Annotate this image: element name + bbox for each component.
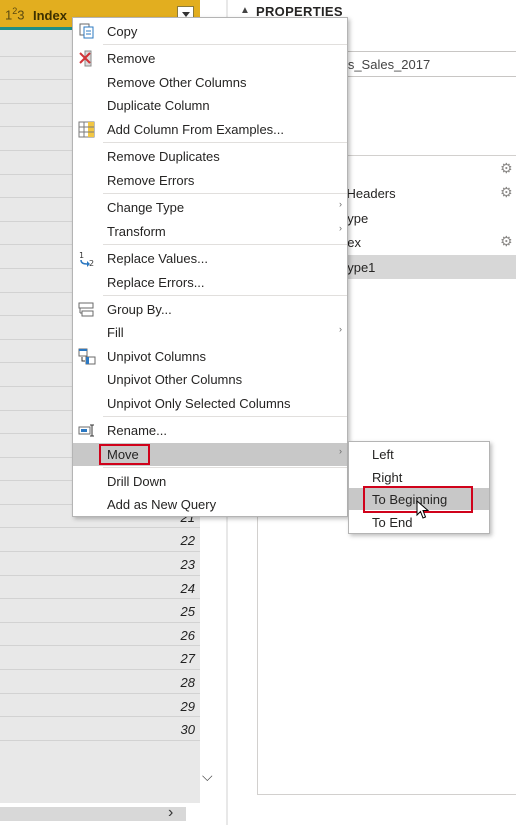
row-value: 30 bbox=[180, 722, 195, 738]
submenu-arrow-icon: › bbox=[339, 446, 342, 456]
copy-icon bbox=[79, 23, 94, 39]
column-header-label: Index bbox=[33, 8, 67, 23]
row-value: 29 bbox=[180, 698, 195, 714]
mouse-cursor-icon bbox=[416, 500, 430, 519]
table-row[interactable]: 22 bbox=[0, 528, 200, 553]
move-highlight-box bbox=[99, 444, 150, 465]
table-row[interactable]: 30 bbox=[0, 717, 200, 741]
menu-item-unpivot-columns[interactable]: Unpivot Columns bbox=[73, 345, 347, 368]
scroll-right-icon[interactable]: › bbox=[168, 804, 173, 822]
menu-item-fill[interactable]: Fill › bbox=[73, 321, 347, 344]
add-column-examples-icon bbox=[78, 121, 95, 138]
menu-item-copy[interactable]: Copy bbox=[73, 20, 347, 43]
row-value: 24 bbox=[180, 580, 195, 596]
scroll-down-icon[interactable]: ⌵ bbox=[202, 768, 213, 785]
submenu-arrow-icon: › bbox=[339, 324, 342, 334]
group-by-icon bbox=[78, 302, 94, 317]
row-value: 28 bbox=[180, 675, 195, 691]
table-row[interactable]: 28 bbox=[0, 670, 200, 694]
menu-item-remove-duplicates[interactable]: Remove Duplicates bbox=[73, 145, 347, 168]
row-value: 25 bbox=[180, 604, 195, 620]
rename-icon bbox=[78, 424, 94, 437]
submenu-item-left[interactable]: Left bbox=[349, 443, 489, 465]
applied-step[interactable]: l Headers bbox=[340, 186, 396, 201]
submenu-arrow-icon: › bbox=[339, 199, 342, 209]
gear-icon[interactable]: ⚙ bbox=[500, 160, 513, 177]
menu-item-remove-other-columns[interactable]: Remove Other Columns bbox=[73, 71, 347, 94]
menu-item-unpivot-selected-columns[interactable]: Unpivot Only Selected Columns bbox=[73, 392, 347, 415]
menu-separator bbox=[103, 44, 347, 45]
gear-icon[interactable]: ⚙ bbox=[500, 184, 513, 201]
menu-item-remove[interactable]: Remove bbox=[73, 47, 347, 70]
menu-separator bbox=[103, 244, 347, 245]
menu-item-change-type[interactable]: Change Type › bbox=[73, 196, 347, 219]
menu-item-replace-errors[interactable]: Replace Errors... bbox=[73, 271, 347, 294]
replace-values-icon: 12 bbox=[79, 251, 94, 267]
menu-item-drill-down[interactable]: Drill Down bbox=[73, 470, 347, 493]
table-row[interactable]: 26 bbox=[0, 623, 200, 647]
menu-item-group-by[interactable]: Group By... bbox=[73, 298, 347, 321]
horizontal-scrollbar[interactable] bbox=[0, 807, 186, 821]
collapse-arrow-icon[interactable]: ▲ bbox=[240, 5, 250, 16]
svg-text:2: 2 bbox=[89, 259, 94, 267]
query-name-input[interactable]: rks_Sales_2017 bbox=[330, 51, 516, 77]
unpivot-icon bbox=[78, 348, 96, 365]
gear-icon[interactable]: ⚙ bbox=[500, 233, 513, 250]
menu-item-replace-values[interactable]: 12 Replace Values... bbox=[73, 247, 347, 270]
move-submenu: Left Right To Beginning To End bbox=[348, 441, 490, 534]
submenu-item-right[interactable]: Right bbox=[349, 466, 489, 488]
menu-separator bbox=[103, 295, 347, 296]
menu-item-add-column-from-examples[interactable]: Add Column From Examples... bbox=[73, 118, 347, 141]
table-row[interactable]: 23 bbox=[0, 552, 200, 576]
menu-item-remove-errors[interactable]: Remove Errors bbox=[73, 169, 347, 192]
menu-item-unpivot-other-columns[interactable]: Unpivot Other Columns bbox=[73, 368, 347, 391]
context-menu: Copy Remove Remove Other Columns Duplica… bbox=[72, 17, 348, 517]
menu-separator bbox=[103, 416, 347, 417]
menu-item-duplicate-column[interactable]: Duplicate Column bbox=[73, 94, 347, 117]
row-value: 27 bbox=[180, 651, 195, 667]
menu-separator bbox=[103, 193, 347, 194]
menu-separator bbox=[103, 467, 347, 468]
table-row[interactable]: 27 bbox=[0, 646, 200, 671]
submenu-arrow-icon: › bbox=[339, 223, 342, 233]
number-type-icon[interactable]: 123 bbox=[5, 6, 24, 22]
svg-text:1: 1 bbox=[79, 251, 84, 260]
row-value: 22 bbox=[180, 533, 195, 549]
menu-item-transform[interactable]: Transform › bbox=[73, 220, 347, 243]
row-value: 26 bbox=[180, 627, 195, 643]
remove-icon bbox=[79, 50, 92, 67]
table-row[interactable]: 25 bbox=[0, 599, 200, 623]
table-row[interactable]: 24 bbox=[0, 576, 200, 600]
menu-item-add-as-new-query[interactable]: Add as New Query bbox=[73, 493, 347, 516]
menu-separator bbox=[103, 142, 347, 143]
row-value: 23 bbox=[180, 557, 195, 573]
table-row[interactable]: 29 bbox=[0, 694, 200, 718]
menu-item-rename[interactable]: Rename... bbox=[73, 419, 347, 442]
